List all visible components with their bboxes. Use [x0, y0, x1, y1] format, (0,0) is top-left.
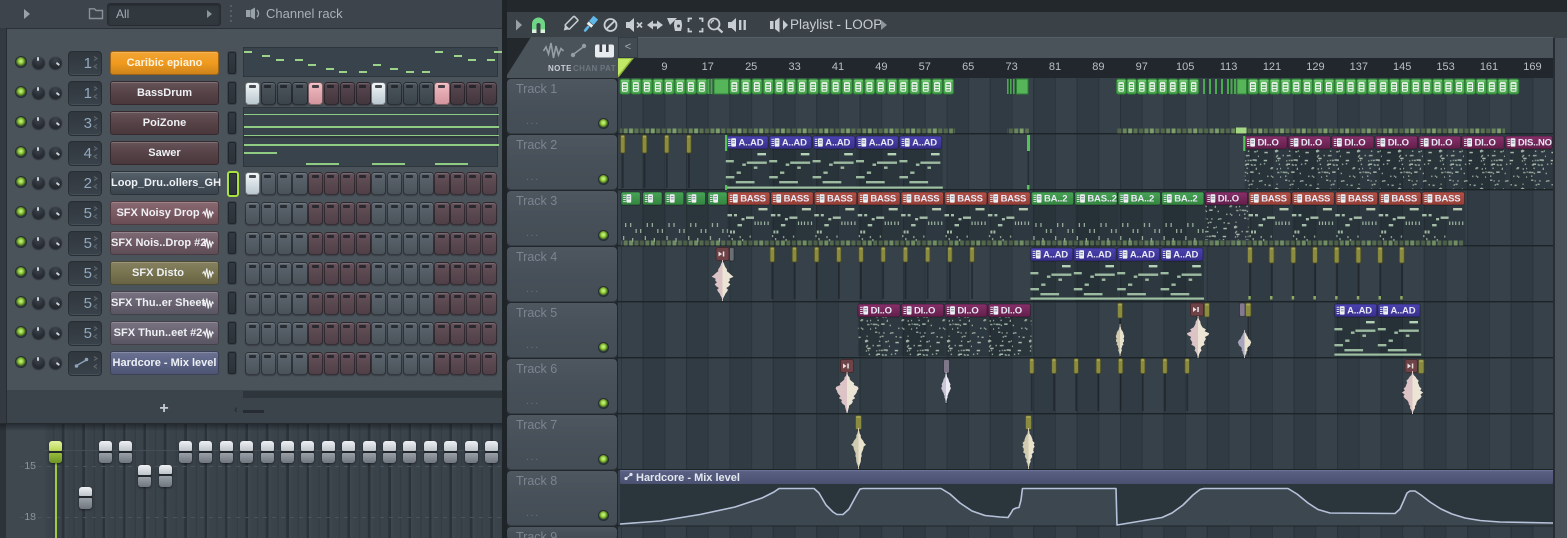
svg-text:DI..O: DI..O [1301, 138, 1322, 149]
svg-text:BASS: BASS [1001, 194, 1027, 205]
svg-text:BASS: BASS [784, 194, 810, 205]
svg-text:A..AD: A..AD [1347, 306, 1372, 317]
svg-text:DI..O: DI..O [1001, 306, 1022, 317]
svg-text:BASS: BASS [914, 194, 940, 205]
svg-text:BASS: BASS [1435, 194, 1461, 205]
svg-text:BASS: BASS [957, 194, 983, 205]
svg-text:BASS: BASS [870, 194, 896, 205]
svg-text:BASS: BASS [827, 194, 853, 205]
svg-text:A..AD: A..AD [1173, 250, 1198, 261]
svg-text:DIS..NO: DIS..NO [1518, 138, 1552, 149]
svg-text:DI..O: DI..O [1388, 138, 1409, 149]
svg-text:DI..O: DI..O [1431, 138, 1452, 149]
svg-text:BASS: BASS [1348, 194, 1374, 205]
svg-text:Hardcore - Mix level: Hardcore - Mix level [636, 472, 740, 484]
svg-text:BASS: BASS [1391, 194, 1417, 205]
svg-text:BA..2: BA..2 [1131, 194, 1154, 205]
svg-text:DI..O: DI..O [957, 306, 978, 317]
svg-text:DI..O: DI..O [1344, 138, 1365, 149]
svg-text:BA..2: BA..2 [1044, 194, 1067, 205]
svg-text:A..AD: A..AD [782, 138, 807, 149]
svg-text:A..AD: A..AD [739, 138, 764, 149]
svg-text:DI..O: DI..O [914, 306, 935, 317]
svg-text:A..AD: A..AD [1130, 250, 1155, 261]
svg-text:A..AD: A..AD [869, 138, 894, 149]
svg-text:BASS: BASS [740, 194, 766, 205]
svg-text:BA..2: BA..2 [1174, 194, 1197, 205]
svg-text:DI..O: DI..O [1475, 138, 1496, 149]
svg-text:DI..O: DI..O [1218, 194, 1239, 205]
svg-text:DI..O: DI..O [1258, 138, 1279, 149]
svg-text:BASS: BASS [1261, 194, 1287, 205]
svg-text:A..AD: A..AD [825, 138, 850, 149]
svg-text:DI..O: DI..O [871, 306, 892, 317]
svg-text:A..AD: A..AD [1087, 250, 1112, 261]
svg-text:A..AD: A..AD [1043, 250, 1068, 261]
svg-text:BAS..2: BAS..2 [1087, 194, 1116, 205]
svg-text:A..AD: A..AD [912, 138, 937, 149]
svg-text:BASS: BASS [1305, 194, 1331, 205]
svg-text:A..AD: A..AD [1391, 306, 1416, 317]
